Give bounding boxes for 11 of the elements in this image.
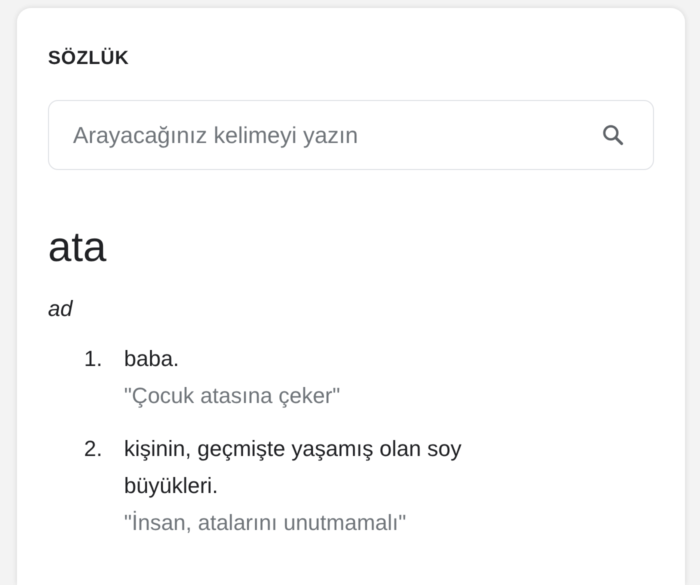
example-sentence: "İnsan, atalarını unutmamalı" — [124, 509, 408, 538]
definition-number: 1. — [84, 345, 104, 374]
definition-text: baba. — [124, 345, 180, 374]
headword: ata — [48, 222, 108, 272]
card-title: SÖZLÜK — [48, 48, 130, 70]
definition-number: 2. — [84, 435, 104, 464]
definition-text: kişinin, geçmişte yaşamış olan soy büyükleri. — [124, 435, 462, 500]
search-icon[interactable] — [600, 122, 626, 148]
example-sentence: "Çocuk atasına çeker" — [124, 382, 342, 410]
search-field[interactable]: Arayacağınız kelimeyi yazın — [48, 100, 654, 170]
part-of-speech: ad — [48, 296, 74, 322]
